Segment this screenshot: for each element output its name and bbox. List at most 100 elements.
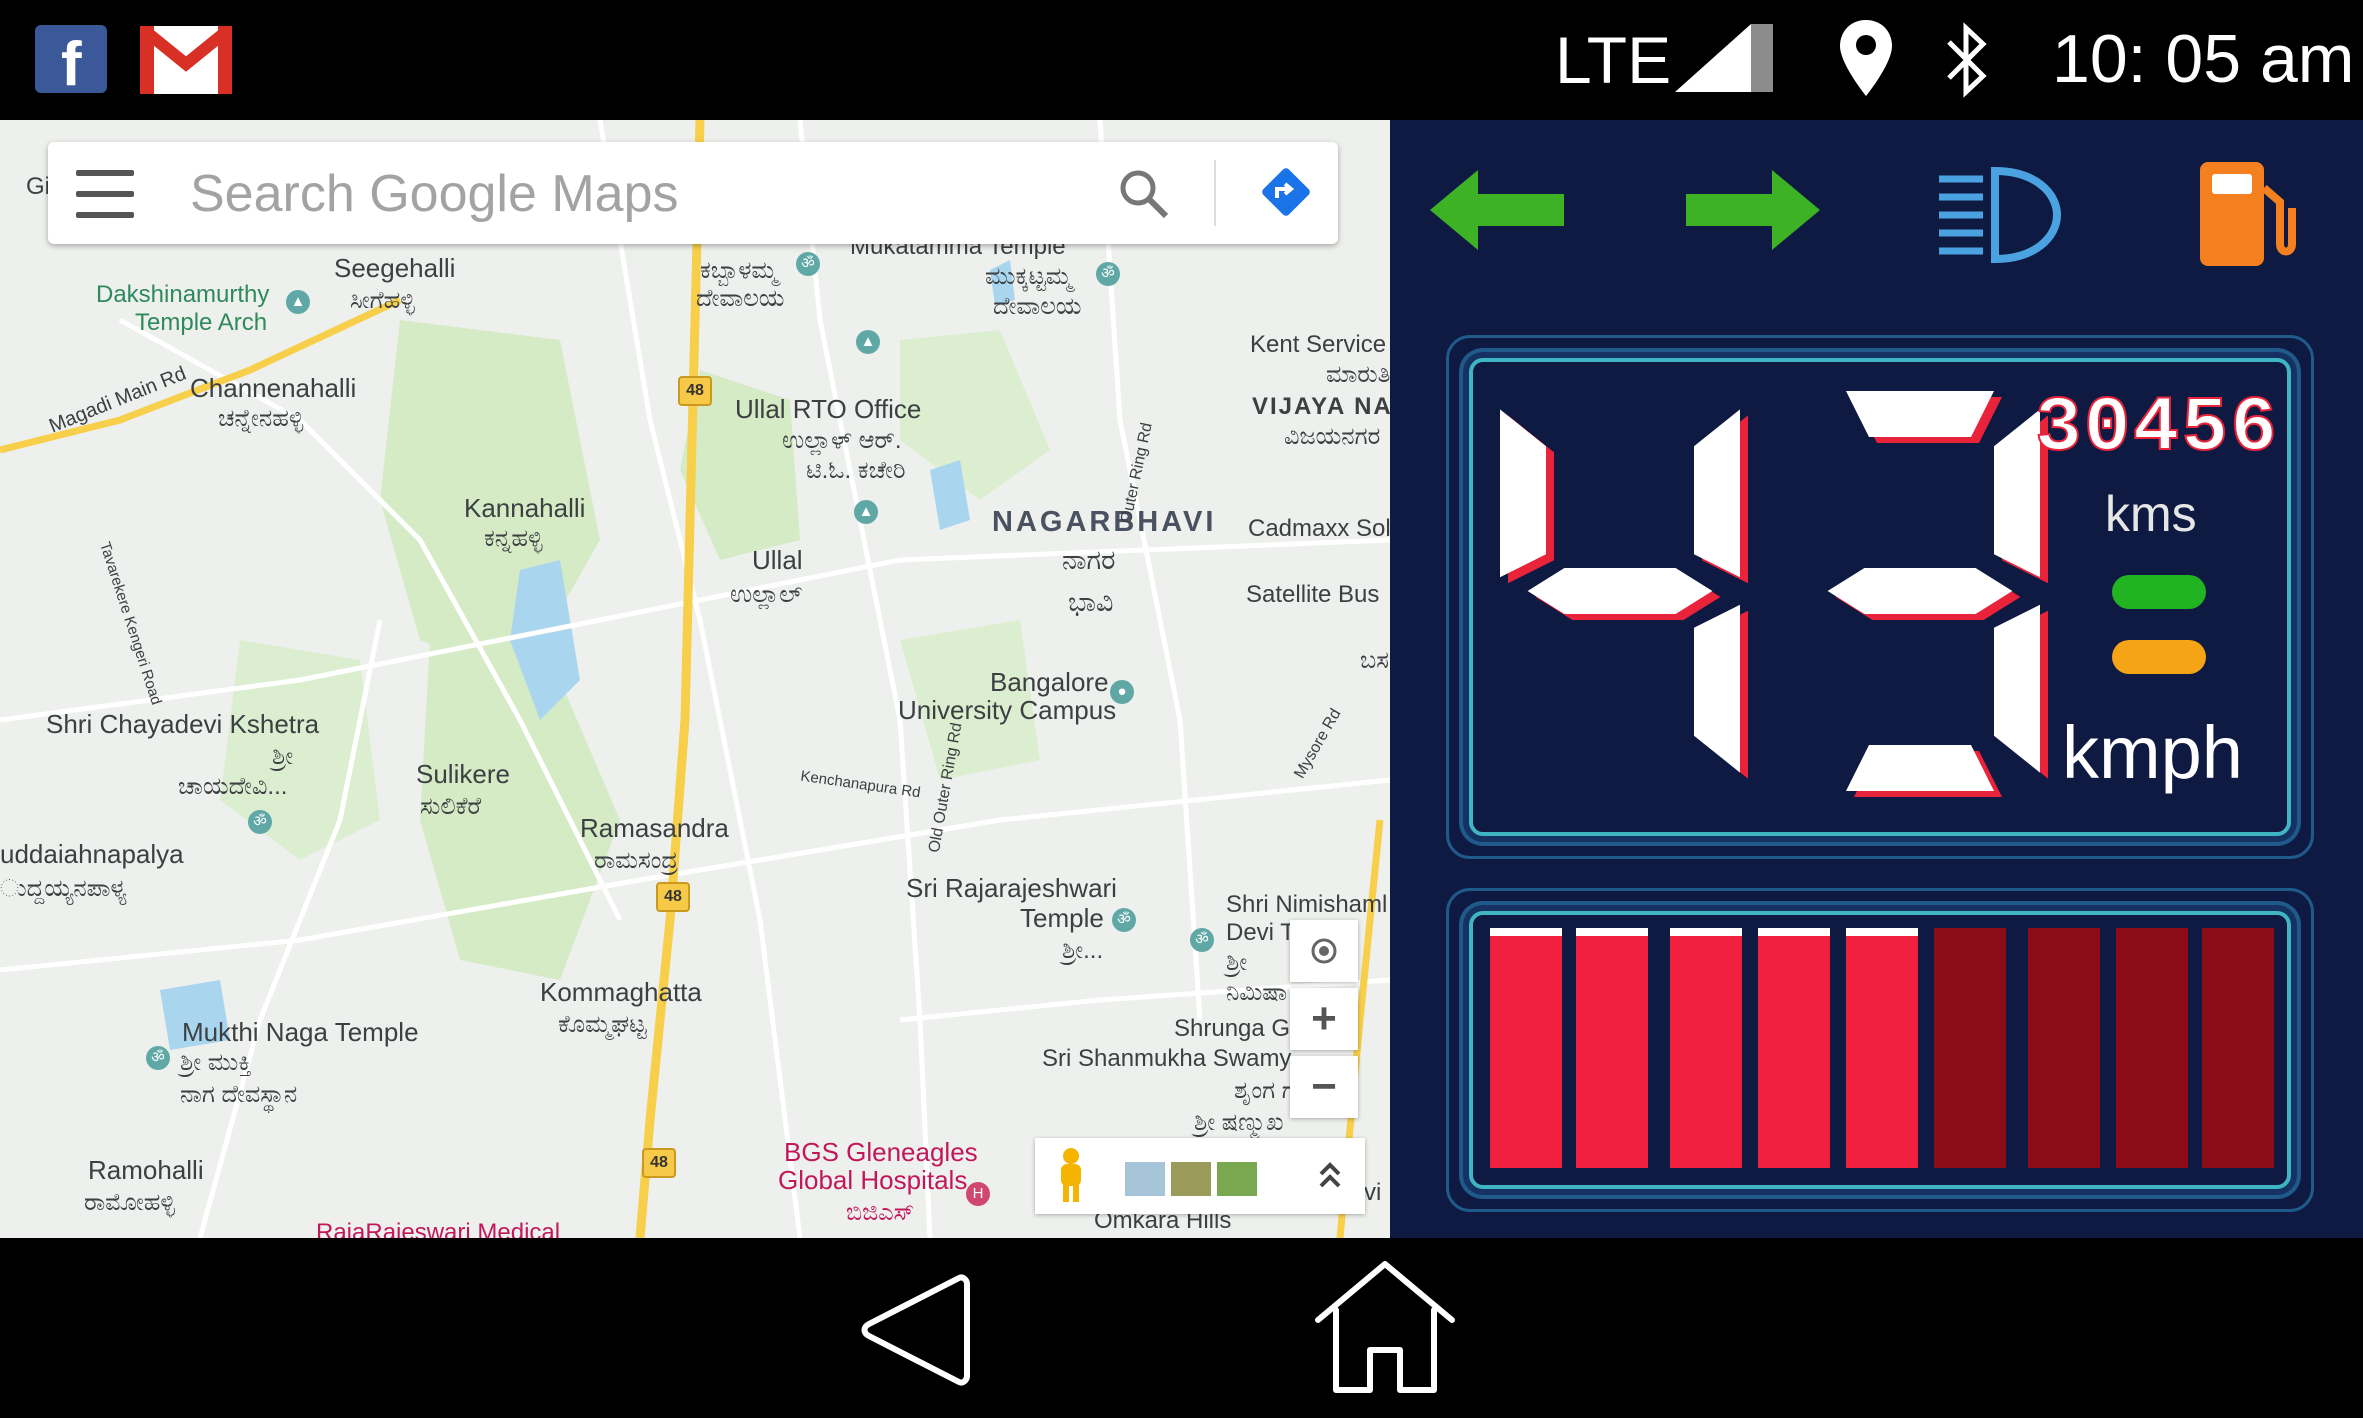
map-label: ುದ್ದಯ್ಯನಪಾಳ್ಯ [0,875,127,902]
level-bar [1846,928,1918,1168]
temple-icon[interactable]: ॐ [1096,262,1120,286]
map-label: ಮಾರುತಿ [1326,361,1390,388]
segment [1994,604,2040,773]
map-label: ಶ್ರೀ [272,743,294,770]
map-label: Sri Rajarajeshwari [906,873,1117,903]
level-bar [1670,928,1742,1168]
zoom-out-button[interactable]: − [1290,1056,1358,1118]
map-label: ಚನ್ನೇನಹಳ್ಳಿ [218,405,304,432]
map-label: uddaiahnapalya [0,839,184,869]
search-input[interactable] [188,160,752,228]
status-indicator-green [2112,575,2206,609]
map-label: ಕೊಮ್ಮಘಟ್ಟ [558,1011,647,1038]
speed-readout [1500,391,2048,797]
status-indicator-orange [2112,640,2206,674]
temple-icon[interactable]: ॐ [146,1046,170,1070]
speed-digit [1500,409,1748,779]
map-label: ಬಿಜಿಎಸ್ [846,1199,915,1226]
map-label: Seegehalli [334,253,456,283]
map-label: ಶ್ರೀ... [1062,937,1104,964]
map-label: NAGARBHAVI [992,506,1217,538]
map-view[interactable]: Gi Seegehalli ಸೀಗೆಹಳ್ಳಿ Dakshinamurthy T… [0,120,1390,1238]
map-label: Ullal RTO Office [735,394,922,424]
map-label: Shri Chayadevi Kshetra [46,709,320,739]
map-label: ಚಾಯದೇವಿ... [178,773,288,800]
segment [1827,568,2013,614]
map-label: ಭಾವಿ [1068,587,1114,617]
temple-icon[interactable]: ॐ [1112,908,1136,932]
map-label: ನಿಮಿಷಾ [1226,979,1288,1006]
status-bar: f LTE 10: 05 am [0,0,2363,120]
temple-icon[interactable]: ॐ [248,810,272,834]
navigation-bar [0,1238,2363,1418]
map-label: Sri Shanmukha Swamy [1042,1045,1292,1072]
location-target-icon [1311,938,1337,964]
map-label: vi [1364,1179,1382,1206]
network-type: LTE [1555,23,1672,97]
poi-marker-icon[interactable]: ▲ [286,290,310,314]
temple-icon[interactable]: ॐ [796,252,820,276]
expand-icon[interactable] [1315,1156,1345,1196]
layer-thumbnail-green[interactable] [1217,1162,1257,1196]
temple-icon[interactable]: ॐ [1190,928,1214,952]
level-bar [2028,928,2100,1168]
map-label: ಬಸ [1360,647,1389,674]
poi-marker-icon[interactable]: ▲ [856,330,880,354]
search-icon[interactable] [1118,168,1170,220]
map-label: ಶೃಂಗ ಗ [1234,1077,1295,1104]
map-label: ನಾಗ ದೇವಸ್ಥಾನ [180,1081,298,1108]
map-label: ಶ್ರೀ [1226,949,1248,976]
directions-icon[interactable] [1258,164,1314,220]
segment [1846,391,1994,437]
map-label: Satellite Bus [1246,581,1380,608]
segment [1694,409,1740,578]
speed-unit: kmph [2062,711,2243,794]
divider [1214,160,1216,226]
map-label: RajaRajeswari Medical [316,1219,561,1238]
map-label: Temple [1020,903,1104,933]
map-label: ವಿಜಯನಗರ [1284,423,1381,450]
layers-bar [1035,1138,1365,1214]
menu-icon[interactable] [76,170,134,218]
vehicle-dashboard: 30456 kms kmph [1390,120,2363,1238]
map-label: Sulikere [416,759,510,789]
map-label: Ullal [752,545,803,575]
map-label: ಸೀಗೆಹಳ್ಳಿ [350,287,415,314]
map-label: VIJAYA NAG [1252,393,1390,420]
location-icon [1840,20,1892,96]
back-button[interactable] [855,1268,975,1392]
bluetooth-icon [1947,22,1987,98]
map-label: ಸುಲಿಕೆರೆ [420,793,482,820]
layer-thumbnail-satellite[interactable] [1125,1162,1165,1196]
my-location-button[interactable] [1290,920,1358,982]
map-label: Cadmaxx Sol [1248,515,1390,542]
level-bar-cap [1758,928,1830,936]
map-label: Ramasandra [580,813,729,843]
map-label: ಕಬ್ಬಾಳಮ್ಮ [700,257,778,284]
map-label: Bangalore [990,667,1109,697]
headlight-icon [1939,166,2062,264]
level-bar-cap [1490,928,1562,936]
segment [1527,568,1713,614]
map-label: Ramohalli [88,1155,204,1185]
level-bar [1576,928,1648,1168]
signal-icon [1675,24,1773,92]
facebook-icon[interactable]: f [35,25,107,99]
map-label: BGS Gleneagles [784,1137,978,1167]
poi-marker-icon[interactable]: ● [1110,680,1134,704]
hospital-icon[interactable]: H [966,1182,990,1206]
home-button[interactable] [1310,1258,1460,1398]
map-label: ಉಲ್ಲಾಲ್ [730,581,803,608]
poi-marker-icon[interactable]: ▲ [854,500,878,524]
map-label: ಉಲ್ಲಾಳ್ ಆರ್. [782,427,902,454]
level-bar [1490,928,1562,1168]
layer-thumbnail-terrain[interactable] [1171,1162,1211,1196]
level-bar [1934,928,2006,1168]
zoom-in-button[interactable]: + [1290,988,1358,1050]
pegman-icon[interactable] [1051,1146,1091,1206]
gmail-icon[interactable] [140,26,232,94]
level-bar [2116,928,2188,1168]
highway-shield: 48 [678,376,712,406]
level-bar [2202,928,2274,1168]
map-controls: + − [1290,920,1358,1124]
